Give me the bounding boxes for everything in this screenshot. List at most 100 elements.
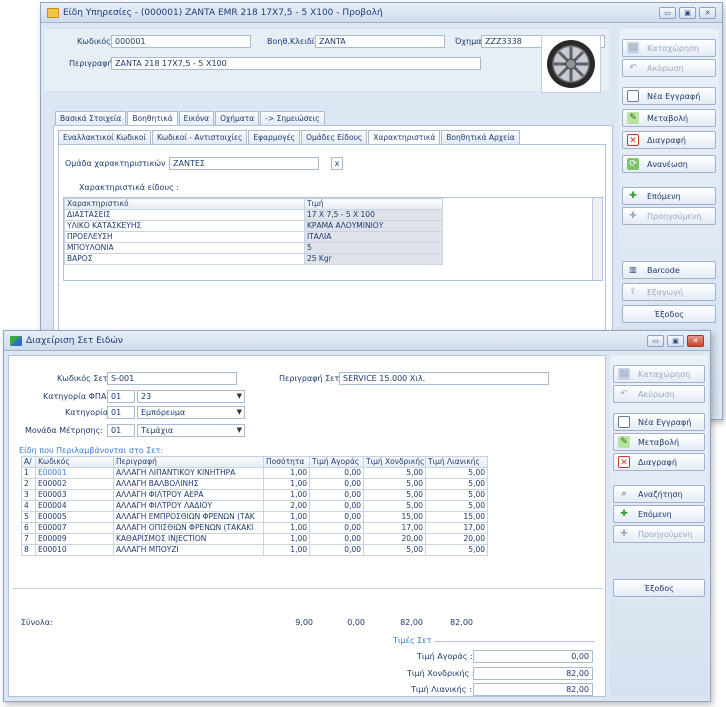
category-code-field[interactable]: 01 [107,406,135,419]
item-code-cell[interactable]: E00001 [35,467,114,479]
tab-image[interactable]: Εικόνα [178,111,215,125]
delete-button[interactable]: ✕ Διαγραφή [622,131,716,149]
export-button[interactable]: ⇪ Εξαγωγή [622,283,716,301]
item-code-cell[interactable]: E00007 [35,522,114,534]
set-description-field[interactable]: SERVICE 15.000 Χιλ. [339,372,549,385]
quantity-cell[interactable]: 1,00 [263,489,310,501]
table-row[interactable]: ΔΙΑΣΤΑΣΕΙΣ 17 X 7,5 - 5 X 100 [64,209,443,221]
item-code-cell[interactable]: E00009 [35,533,114,545]
retail-price-field[interactable]: 82,00 [473,683,593,696]
quantity-cell[interactable]: 1,00 [263,478,310,490]
table-row[interactable]: ΠΡΟΕΛΕΥΣΗ ΙΤΑΛΙΑ [64,231,443,243]
edit-button[interactable]: ✎ Μεταβολή [622,109,716,127]
table-row[interactable]: 6 E00007 ΑΛΛΑΓΗ ΟΠΙΣΘΙΩΝ ΦΡΕΝΩΝ (ΤΑΚΑΚΙ … [21,522,488,534]
grid-cell[interactable]: 17 X 7,5 - 5 X 100 [304,209,443,221]
aux-key-field[interactable]: ZANTA [315,35,445,48]
table-row[interactable]: 3 E00003 ΑΛΛΑΓΗ ΦΙΛΤΡΟΥ ΑΕΡΑ 1,00 0,00 5… [21,489,488,501]
unit-code-field[interactable]: 01 [107,424,135,437]
table-row[interactable]: 5 E00005 ΑΛΛΑΓΗ ΕΜΠΡΟΣΘΙΩΝ ΦΡΕΝΩΝ (ΤΑΚ 1… [21,511,488,523]
grid-cell[interactable]: 25 Kgr [304,253,443,265]
tab-basic[interactable]: Βασικά Στοιχεία [55,111,127,125]
subtab-alt-codes[interactable]: Εναλλακτικοί Κωδικοί [58,130,151,144]
item-code-cell[interactable]: E00003 [35,489,114,501]
search-button[interactable]: ⌕ Αναζήτηση [613,485,705,503]
col-description[interactable]: Περιγραφή [113,456,264,468]
grid-scrollbar[interactable] [592,198,602,280]
set-code-field[interactable]: S-001 [107,372,237,385]
col-quantity[interactable]: Ποσότητα [263,456,310,468]
subtab-characteristics[interactable]: Χαρακτηριστικά [368,130,441,145]
table-row[interactable]: 8 E00010 ΑΛΛΑΓΗ ΜΠΟΥΖΙ 1,00 0,00 5,00 5,… [21,544,488,556]
clear-group-button[interactable]: x [331,157,343,170]
cancel-button[interactable]: ↶ Ακύρωση [622,59,716,77]
quantity-cell[interactable]: 2,00 [263,500,310,512]
table-row[interactable]: 1 E00001 ΑΛΛΑΓΗ ΛΙΠΑΝΤΙΚΟΥ ΚΙΝΗΤΗΡΑ 1,00… [21,467,488,479]
col-retail-price[interactable]: Τιμή Λιανικής [425,456,488,468]
quantity-cell[interactable]: 1,00 [263,544,310,556]
col-purchase-price[interactable]: Τιμή Αγοράς [309,456,364,468]
subtab-applications[interactable]: Εφαρμογές [248,130,301,144]
quantity-cell[interactable]: 1,00 [263,511,310,523]
next-button[interactable]: ✚ Επόμενη [613,505,705,523]
purchase-price-field[interactable]: 0,00 [473,650,593,663]
new-record-button[interactable]: Νέα Εγγραφή [613,413,705,431]
item-code-cell[interactable]: E00004 [35,500,114,512]
tab-vehicles[interactable]: Οχήματα [215,111,260,125]
grid-cell[interactable]: 5 [304,242,443,254]
subtab-item-groups[interactable]: Ομάδες Είδους [301,130,368,144]
minimize-button[interactable]: ▭ [659,7,676,19]
refresh-button[interactable]: ⟳ Ανανέωση [622,155,716,173]
col-code[interactable]: Κωδικός [35,456,114,468]
previous-button[interactable]: ✚ Προηγούμενη [622,207,716,225]
char-group-field[interactable]: ΖΑΝΤΕΣ [169,157,319,170]
tab-notes[interactable]: -> Σημειώσεις [260,111,325,125]
table-row[interactable]: 7 E00009 ΚΑΘΑΡΙΣΜΟΣ INJECTION 1,00 0,00 … [21,533,488,545]
unit-select[interactable]: Τεμάχια ▼ [137,424,245,437]
close-button[interactable]: ✕ [687,335,704,347]
table-row[interactable]: 4 E00004 ΑΛΛΑΓΗ ΦΙΛΤΡΟΥ ΛΑΔΙΟΥ 2,00 0,00… [21,500,488,512]
table-row[interactable]: ΜΠΟΥΛΟΝΙΑ 5 [64,242,443,254]
tab-auxiliary[interactable]: Βοηθητικά [127,111,178,126]
description-field[interactable]: ZANTA 218 17X7,5 - 5 X100 [111,57,481,70]
subtab-aux-files[interactable]: Βοηθητικά Αρχεία [441,130,520,144]
quantity-cell[interactable]: 1,00 [263,533,310,545]
delete-button[interactable]: ✕ Διαγραφή [613,453,705,471]
item-code-cell[interactable]: E00002 [35,478,114,490]
edit-button[interactable]: ✎ Μεταβολή [613,433,705,451]
item-code-cell[interactable]: E00010 [35,544,114,556]
new-record-button[interactable]: Νέα Εγγραφή [622,87,716,105]
table-row[interactable]: ΒΑΡΟΣ 25 Kgr [64,253,443,265]
grid-col-value[interactable]: Τιμή [304,198,443,210]
vat-code-field[interactable]: 01 [107,390,135,403]
grid-col-characteristic[interactable]: Χαρακτηριστικό [64,198,305,210]
col-aa[interactable]: Α/ [21,456,36,468]
maximize-button[interactable]: ▣ [667,335,684,347]
subtab-codes-mapping[interactable]: Κωδικοί - Αντιστοιχίες [151,130,248,144]
col-wholesale-price[interactable]: Τιμή Χονδρικής [363,456,426,468]
close-button[interactable]: ✕ [699,7,716,19]
items-window-titlebar[interactable]: Είδη Υπηρεσίες - (000001) ZANTA EMR 218 … [41,3,722,23]
previous-button[interactable]: ✚ Προηγούμενη [613,525,705,543]
next-button[interactable]: ✚ Επόμενη [622,187,716,205]
quantity-cell[interactable]: 1,00 [263,467,310,479]
vat-select[interactable]: 23 ▼ [137,390,245,403]
item-code-cell[interactable]: E00005 [35,511,114,523]
save-button[interactable]: ▤ Καταχώρηση [613,365,705,383]
grid-cell: ΒΑΡΟΣ [64,253,305,265]
exit-button[interactable]: Έξοδος [622,305,716,323]
table-row[interactable]: 2 E00002 ΑΛΛΑΓΗ ΒΑΛΒΟΛΙΝΗΣ 1,00 0,00 5,0… [21,478,488,490]
code-field[interactable]: 000001 [111,35,251,48]
quantity-cell[interactable]: 1,00 [263,522,310,534]
grid-cell[interactable]: ΚΡΑΜΑ ΑΛΟΥΜΙΝΙΟΥ [304,220,443,232]
table-row[interactable]: ΥΛΙΚΟ ΚΑΤΑΣΚΕΥΗΣ ΚΡΑΜΑ ΑΛΟΥΜΙΝΙΟΥ [64,220,443,232]
category-select[interactable]: Εμπόρευμα ▼ [137,406,245,419]
sets-window-titlebar[interactable]: Διαχείριση Σετ Ειδών ▭ ▣ ✕ [4,331,710,351]
barcode-button[interactable]: ▥ Barcode [622,261,716,279]
grid-cell[interactable]: ΙΤΑΛΙΑ [304,231,443,243]
save-button[interactable]: ▤ Καταχώρηση [622,39,716,57]
minimize-button[interactable]: ▭ [647,335,664,347]
exit-button[interactable]: Έξοδος [613,579,705,597]
cancel-button[interactable]: ↶ Ακύρωση [613,385,705,403]
maximize-button[interactable]: ▣ [679,7,696,19]
wholesale-price-field[interactable]: 82,00 [473,667,593,680]
